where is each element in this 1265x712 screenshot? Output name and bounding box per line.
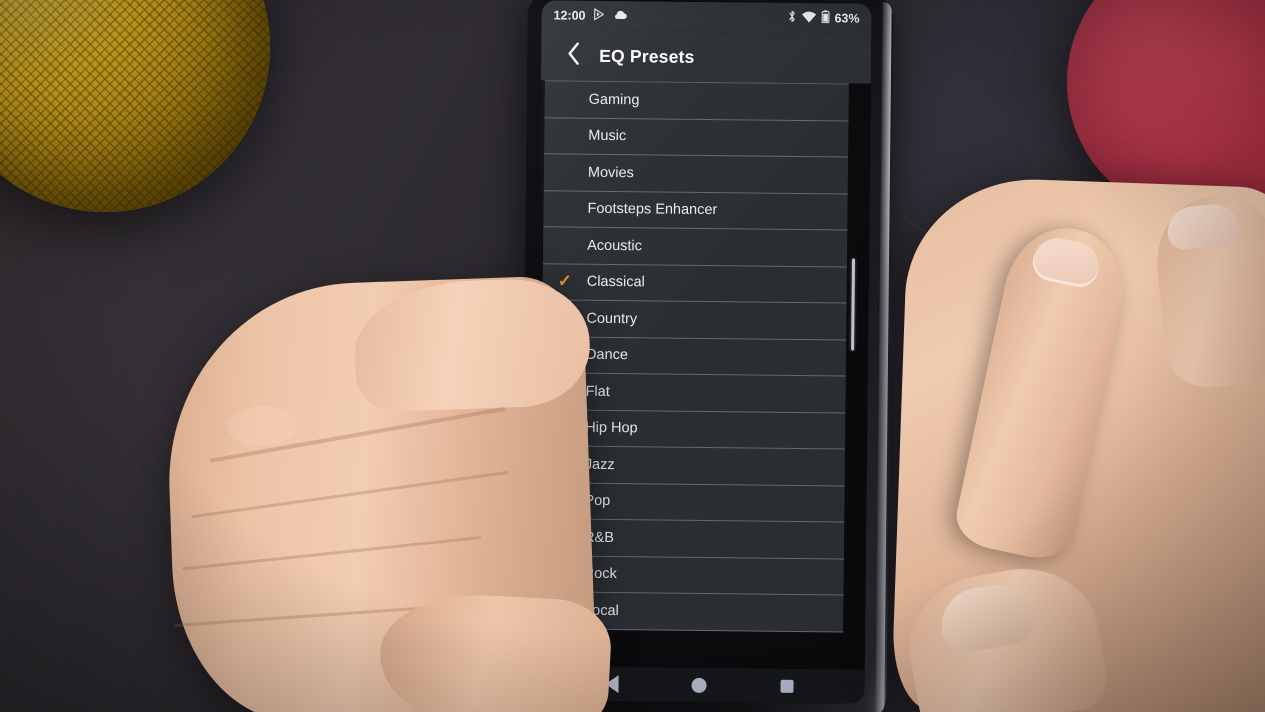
list-scrollbar[interactable] xyxy=(851,258,856,351)
preset-row[interactable]: ✓ Classical xyxy=(542,263,847,304)
page-title: EQ Presets xyxy=(599,45,695,67)
preset-row[interactable]: Music xyxy=(544,117,849,158)
circle-home-icon[interactable] xyxy=(691,677,708,693)
cloud-icon xyxy=(612,9,627,23)
preset-label: Jazz xyxy=(584,456,615,473)
preset-row[interactable]: Acoustic xyxy=(542,227,848,267)
preset-label: Flat xyxy=(585,383,610,400)
preset-label: Music xyxy=(588,127,627,145)
fingernail xyxy=(935,579,1038,657)
status-bar: 12:00 63% xyxy=(541,0,872,34)
battery-percent: 63% xyxy=(834,11,860,26)
status-time: 12:00 xyxy=(553,8,586,23)
battery-icon xyxy=(821,10,830,26)
preset-label: Movies xyxy=(587,164,634,181)
hand-crease xyxy=(191,470,509,519)
phone-edge-highlight xyxy=(875,1,892,712)
wifi-icon xyxy=(801,10,817,25)
left-thumb xyxy=(352,276,592,413)
square-recents-icon[interactable] xyxy=(780,679,794,693)
preset-row[interactable]: Flat xyxy=(541,373,846,413)
yellow-mesh-speaker xyxy=(0,0,270,212)
scene-photo: 12:00 63% EQ Presets Gaming Music Movies… xyxy=(0,0,1265,712)
knuckle-highlight xyxy=(226,404,299,448)
preset-label: Classical xyxy=(586,273,645,291)
preset-label: Footsteps Enhancer xyxy=(587,200,718,219)
preset-row[interactable]: Footsteps Enhancer xyxy=(543,190,848,231)
status-bar-right: 63% xyxy=(787,10,860,27)
fingernail xyxy=(1029,233,1104,291)
status-bar-left: 12:00 xyxy=(553,7,627,24)
preset-label: Gaming xyxy=(588,91,640,109)
preset-row[interactable]: Gaming xyxy=(544,80,849,121)
chevron-left-icon xyxy=(565,41,580,70)
hand-crease xyxy=(182,536,482,571)
preset-label: Acoustic xyxy=(587,237,643,255)
bluetooth-icon xyxy=(787,10,796,26)
preset-label: Hip Hop xyxy=(585,419,638,437)
app-bar: EQ Presets xyxy=(540,30,872,84)
preset-label: Country xyxy=(586,310,638,328)
back-button[interactable] xyxy=(557,39,589,71)
play-store-icon xyxy=(592,8,605,24)
preset-row[interactable]: Movies xyxy=(543,154,849,194)
preset-label: Dance xyxy=(585,346,629,364)
